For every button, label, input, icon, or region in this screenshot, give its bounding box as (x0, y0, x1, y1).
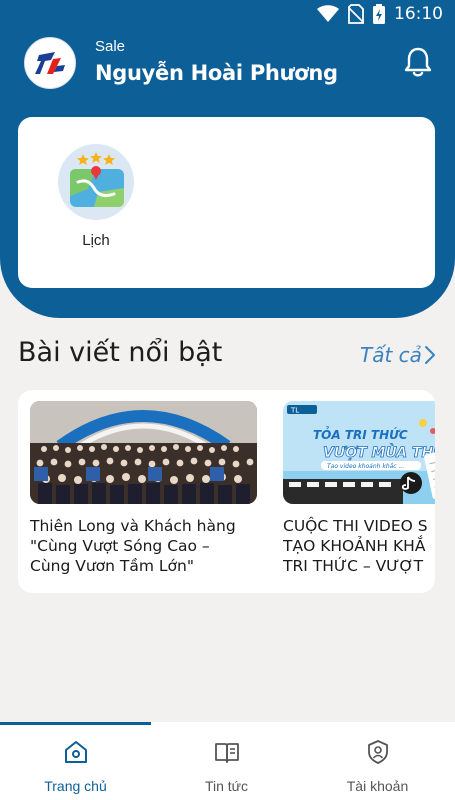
notification-bell-icon[interactable] (402, 45, 434, 79)
status-time: 16:10 (394, 4, 443, 24)
article-title: CUỘC THI VIDEO S TẠO KHOẢNH KHẮ TRI THỨC… (283, 517, 428, 575)
tab-label: Trang chủ (44, 778, 107, 794)
image-subtext: Tạo video khoảnh khắc ... (327, 463, 404, 470)
feature-card: Lịch (18, 117, 435, 288)
chevron-right-icon (424, 346, 435, 364)
home-icon (62, 738, 90, 766)
status-bar: 16:10 (0, 0, 455, 30)
tab-news[interactable]: Tin tức (151, 738, 302, 794)
calendar-map-icon (58, 144, 134, 220)
article-image (30, 401, 257, 504)
see-all-link[interactable]: Tất cả (360, 343, 436, 367)
user-name: Nguyễn Hoài Phương (95, 61, 338, 85)
image-headline-1: TỎA TRI THỨC (313, 426, 408, 442)
no-sim-icon (348, 4, 364, 24)
article-card[interactable]: TL TỎA TRI THỨC VƯỢT MÙA THI Tạo video k… (283, 401, 435, 576)
tab-label: Tin tức (204, 778, 249, 794)
company-logo (24, 37, 76, 89)
article-card[interactable]: Thiên Long và Khách hàng "Cùng Vượt Sóng… (30, 401, 257, 576)
user-role: Sale (95, 38, 126, 55)
active-tab-indicator (0, 722, 151, 725)
articles-carousel[interactable]: Thiên Long và Khách hàng "Cùng Vượt Sóng… (18, 390, 435, 593)
tab-home[interactable]: Trang chủ (0, 738, 151, 794)
see-all-label: Tất cả (360, 343, 422, 367)
article-title: Thiên Long và Khách hàng "Cùng Vượt Sóng… (30, 517, 236, 575)
battery-icon (373, 4, 385, 24)
feature-calendar[interactable]: Lịch (56, 144, 136, 249)
account-shield-icon (364, 738, 392, 766)
tab-account[interactable]: Tài khoản (302, 738, 453, 794)
wifi-icon (317, 5, 339, 22)
image-badge-text: TL (290, 407, 299, 415)
section-title: Bài viết nổi bật (18, 337, 223, 368)
bottom-tab-bar: Trang chủ Tin tức Tài khoản (0, 722, 455, 800)
feature-label: Lịch (82, 232, 110, 249)
article-image: TL TỎA TRI THỨC VƯỢT MÙA THI Tạo video k… (283, 401, 435, 504)
tab-label: Tài khoản (346, 778, 409, 794)
book-icon (213, 738, 241, 766)
image-headline-2: VƯỢT MÙA THI (323, 443, 435, 461)
